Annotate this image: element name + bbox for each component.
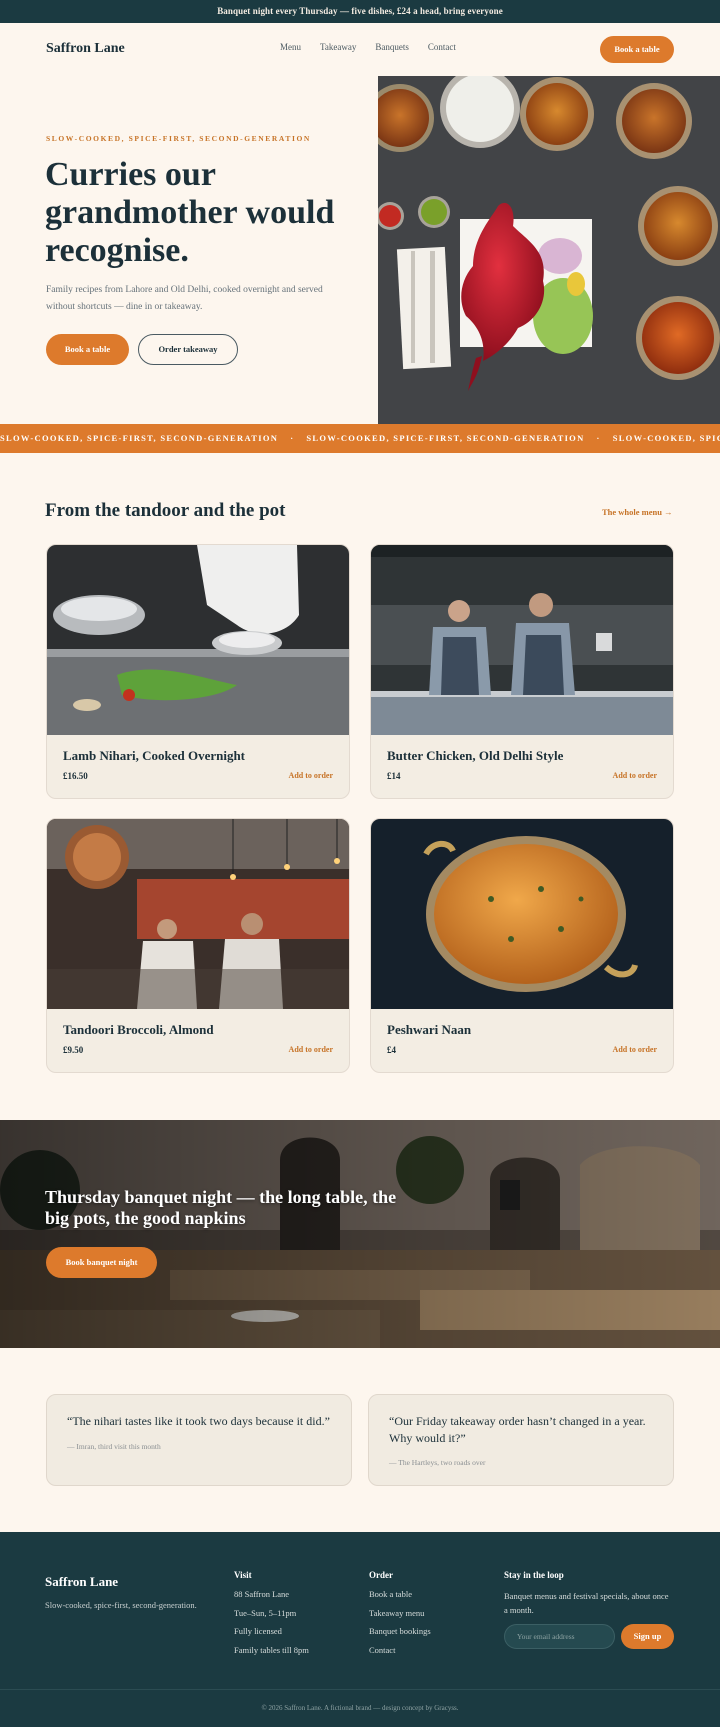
hero-food-photo <box>378 76 720 424</box>
header-book-button[interactable]: Book a table <box>600 36 674 63</box>
menu-item-name: Peshwari Naan <box>387 1022 472 1037</box>
footer-link-banquet[interactable]: Banquet bookings <box>369 1626 431 1636</box>
site-header: Saffron Lane Menu Takeaway Banquets Cont… <box>0 23 720 76</box>
footer-newsletter: Stay in the loop Banquet menus and festi… <box>504 1570 674 1617</box>
footer-link-book[interactable]: Book a table <box>369 1589 431 1599</box>
testimonial-card: “The nihari tastes like it took two days… <box>46 1394 352 1486</box>
brand-logo[interactable]: Saffron Lane <box>46 41 125 57</box>
marquee-separator: · <box>596 433 601 443</box>
testimonial-card: “Our Friday takeaway order hasn’t change… <box>368 1394 674 1486</box>
testimonial-author: — The Hartleys, two roads over <box>389 1458 486 1467</box>
hero-kicker: SLOW-COOKED, SPICE-FIRST, SECOND-GENERAT… <box>46 134 311 143</box>
footer-order-column: Order Book a table Takeaway menu Banquet… <box>369 1570 431 1663</box>
add-to-order-button[interactable]: Add to order <box>289 1045 333 1054</box>
menu-item-price: £4 <box>387 1045 396 1055</box>
marquee-separator: · <box>290 433 295 443</box>
footer-link-takeaway[interactable]: Takeaway menu <box>369 1608 431 1618</box>
testimonial-quote: “The nihari tastes like it took two days… <box>67 1414 330 1428</box>
menu-photo-chefs <box>47 819 349 1009</box>
whole-menu-link[interactable]: The whole menu → <box>602 507 673 517</box>
footer-copyright: © 2026 Saffron Lane. A fictional brand —… <box>261 1704 459 1712</box>
add-to-order-button[interactable]: Add to order <box>613 1045 657 1054</box>
marquee-text-3: SLOW-COOKED, SPICE-FIRST, SECOND-GENERAT… <box>612 433 720 443</box>
menu-photo-kitchen <box>371 545 673 735</box>
newsletter-description: Banquet menus and festival specials, abo… <box>504 1591 669 1615</box>
announcement-bar: Banquet night every Thursday — five dish… <box>0 0 720 23</box>
banquet-banner: Thursday banquet night — the long table,… <box>0 1120 720 1348</box>
banquet-book-button[interactable]: Book banquet night <box>46 1247 157 1278</box>
footer-visit-line: Family tables till 8pm <box>234 1644 309 1655</box>
restaurant-interior-photo <box>0 1120 720 1348</box>
nav-contact[interactable]: Contact <box>428 42 456 52</box>
hero-description: Family recipes from Lahore and Old Delhi… <box>46 285 323 312</box>
menu-item-name: Butter Chicken, Old Delhi Style <box>387 748 564 763</box>
newsletter-signup-button[interactable]: Sign up <box>621 1624 674 1649</box>
footer-divider <box>0 1689 720 1690</box>
hero-section: SLOW-COOKED, SPICE-FIRST, SECOND-GENERAT… <box>0 76 720 424</box>
footer-tagline: Slow-cooked, spice-first, second-generat… <box>45 1600 197 1610</box>
menu-photo-curry-bowl <box>371 819 673 1009</box>
menu-item-price: £9.50 <box>63 1045 84 1055</box>
nav-takeaway[interactable]: Takeaway <box>320 42 356 52</box>
testimonial-quote: “Our Friday takeaway order hasn’t change… <box>389 1414 646 1445</box>
add-to-order-button[interactable]: Add to order <box>289 771 333 780</box>
menu-card[interactable]: Lamb Nihari, Cooked Overnight £16.50 Add… <box>46 544 350 799</box>
footer-visit-line: Fully licensed <box>234 1626 282 1636</box>
marquee-text-1: SLOW-COOKED, SPICE-FIRST, SECOND-GENERAT… <box>0 433 279 443</box>
nav-banquets[interactable]: Banquets <box>375 42 409 52</box>
footer-brand: Saffron Lane <box>45 1574 119 1589</box>
footer-visit-line: Tue–Sun, 5–11pm <box>234 1607 297 1618</box>
footer-link-contact[interactable]: Contact <box>369 1645 431 1655</box>
menu-card[interactable]: Butter Chicken, Old Delhi Style £14 Add … <box>370 544 674 799</box>
hero-takeaway-button[interactable]: Order takeaway <box>138 334 238 365</box>
banquet-title: Thursday banquet night — the long table,… <box>45 1187 397 1228</box>
site-footer: Saffron Lane Slow-cooked, spice-first, s… <box>0 1532 720 1727</box>
menu-item-price: £14 <box>387 771 401 781</box>
footer-order-title: Order <box>369 1570 393 1580</box>
main-nav: Menu Takeaway Banquets Contact <box>280 42 456 52</box>
footer-visit-line: 88 Saffron Lane <box>234 1589 290 1599</box>
hero-title: Curries our grandmother would recognise. <box>45 156 335 269</box>
hero-book-button[interactable]: Book a table <box>46 334 129 365</box>
footer-visit-title: Visit <box>234 1570 252 1580</box>
newsletter-email-input[interactable]: Your email address <box>504 1624 615 1649</box>
announcement-text: Banquet night every Thursday — five dish… <box>217 6 503 16</box>
tagline-marquee: SLOW-COOKED, SPICE-FIRST, SECOND-GENERAT… <box>0 424 720 453</box>
menu-item-price: £16.50 <box>63 771 88 781</box>
menu-item-name: Lamb Nihari, Cooked Overnight <box>63 748 246 763</box>
newsletter-title: Stay in the loop <box>504 1570 564 1580</box>
nav-menu[interactable]: Menu <box>280 42 301 52</box>
menu-card[interactable]: Peshwari Naan £4 Add to order <box>370 818 674 1073</box>
marquee-text-2: SLOW-COOKED, SPICE-FIRST, SECOND-GENERAT… <box>306 433 585 443</box>
menu-item-name: Tandoori Broccoli, Almond <box>63 1022 214 1037</box>
menu-section-title: From the tandoor and the pot <box>45 500 286 521</box>
footer-visit-column: Visit 88 Saffron Lane Tue–Sun, 5–11pm Fu… <box>234 1570 309 1663</box>
testimonial-author: — Imran, third visit this month <box>67 1442 161 1451</box>
menu-photo-chef <box>47 545 349 735</box>
menu-card[interactable]: Tandoori Broccoli, Almond £9.50 Add to o… <box>46 818 350 1073</box>
add-to-order-button[interactable]: Add to order <box>613 771 657 780</box>
